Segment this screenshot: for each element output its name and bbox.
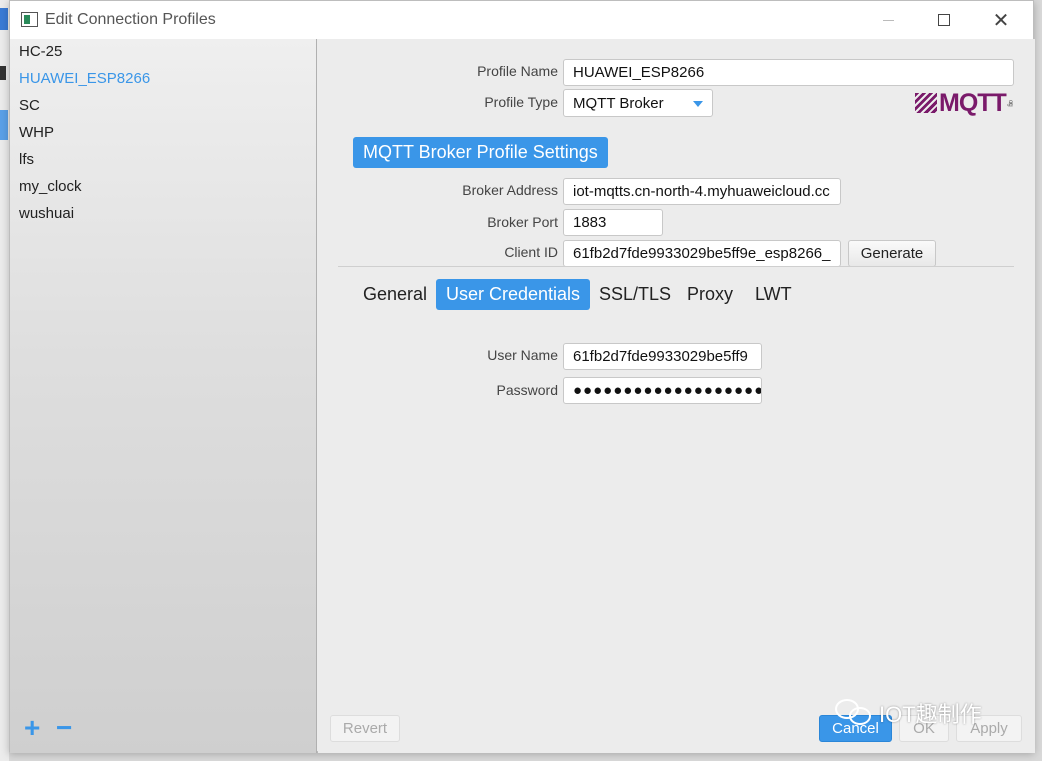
broker-settings-header: MQTT Broker Profile Settings [353, 137, 608, 168]
edit-connection-profiles-dialog: Edit Connection Profiles ✕ HC-25 HUAWEI_… [9, 0, 1035, 753]
mqtt-logo-sub: org [1006, 100, 1013, 106]
tab-lwt[interactable]: LWT [745, 279, 802, 310]
section-divider [338, 266, 1014, 267]
mqtt-logo: MQTT org [915, 88, 1015, 117]
mqtt-logo-mark [915, 93, 937, 113]
password-input[interactable]: ●●●●●●●●●●●●●●●●●●●● [563, 377, 762, 404]
profile-name-input[interactable]: HUAWEI_ESP8266 [563, 59, 1014, 86]
username-input[interactable]: 61fb2d7fde9933029be5ff9 [563, 343, 762, 370]
profile-list: HC-25 HUAWEI_ESP8266 SC WHP lfs my_clock… [10, 39, 317, 753]
remove-profile-button[interactable]: − [56, 714, 72, 742]
profile-settings-pane: Profile Name HUAWEI_ESP8266 Profile Type… [318, 39, 1035, 753]
add-profile-button[interactable]: + [24, 714, 40, 742]
client-id-input[interactable]: 61fb2d7fde9933029be5ff9e_esp8266_ [563, 240, 841, 267]
mqtt-logo-text: MQTT [939, 88, 1007, 117]
profile-item[interactable]: wushuai [19, 205, 74, 222]
profile-type-value: MQTT Broker [573, 95, 664, 112]
profile-item[interactable]: SC [19, 97, 40, 114]
minimize-icon [882, 19, 894, 21]
tab-ssl-tls[interactable]: SSL/TLS [589, 279, 681, 310]
background-accent [0, 66, 6, 80]
profile-type-label: Profile Type [484, 94, 558, 110]
broker-port-label: Broker Port [487, 214, 558, 230]
broker-address-label: Broker Address [462, 182, 558, 198]
wechat-icon [835, 699, 873, 727]
password-label: Password [496, 382, 558, 398]
background-accent [0, 110, 8, 140]
minimize-button[interactable] [860, 1, 916, 39]
profile-item[interactable]: my_clock [19, 178, 82, 195]
profile-item[interactable]: lfs [19, 151, 34, 168]
maximize-button[interactable] [916, 1, 972, 39]
broker-port-input[interactable]: 1883 [563, 209, 663, 236]
tab-general[interactable]: General [353, 279, 437, 310]
wechat-watermark: IOT趣制作 [835, 697, 982, 729]
tab-proxy[interactable]: Proxy [677, 279, 743, 310]
tab-user-credentials[interactable]: User Credentials [436, 279, 591, 310]
client-id-label: Client ID [504, 244, 558, 260]
maximize-icon [938, 14, 950, 26]
background-accent [0, 8, 8, 30]
chevron-down-icon [693, 101, 703, 107]
profile-item[interactable]: WHP [19, 124, 54, 141]
broker-address-input[interactable]: iot-mqtts.cn-north-4.myhuaweicloud.cc [563, 178, 841, 205]
profile-item-selected[interactable]: HUAWEI_ESP8266 [19, 70, 150, 87]
app-icon [21, 12, 38, 27]
close-icon: ✕ [992, 9, 1010, 32]
generate-button[interactable]: Generate [848, 240, 936, 267]
watermark-text: IOT趣制作 [879, 702, 982, 727]
profile-type-select[interactable]: MQTT Broker [563, 89, 713, 117]
profile-item[interactable]: HC-25 [19, 43, 62, 60]
window-title: Edit Connection Profiles [45, 11, 216, 28]
close-button[interactable]: ✕ [973, 1, 1029, 39]
title-bar[interactable]: Edit Connection Profiles ✕ [10, 1, 1033, 39]
username-label: User Name [487, 347, 558, 363]
profile-name-label: Profile Name [477, 63, 558, 79]
background-window-edge [0, 0, 9, 761]
revert-button[interactable]: Revert [330, 715, 400, 742]
